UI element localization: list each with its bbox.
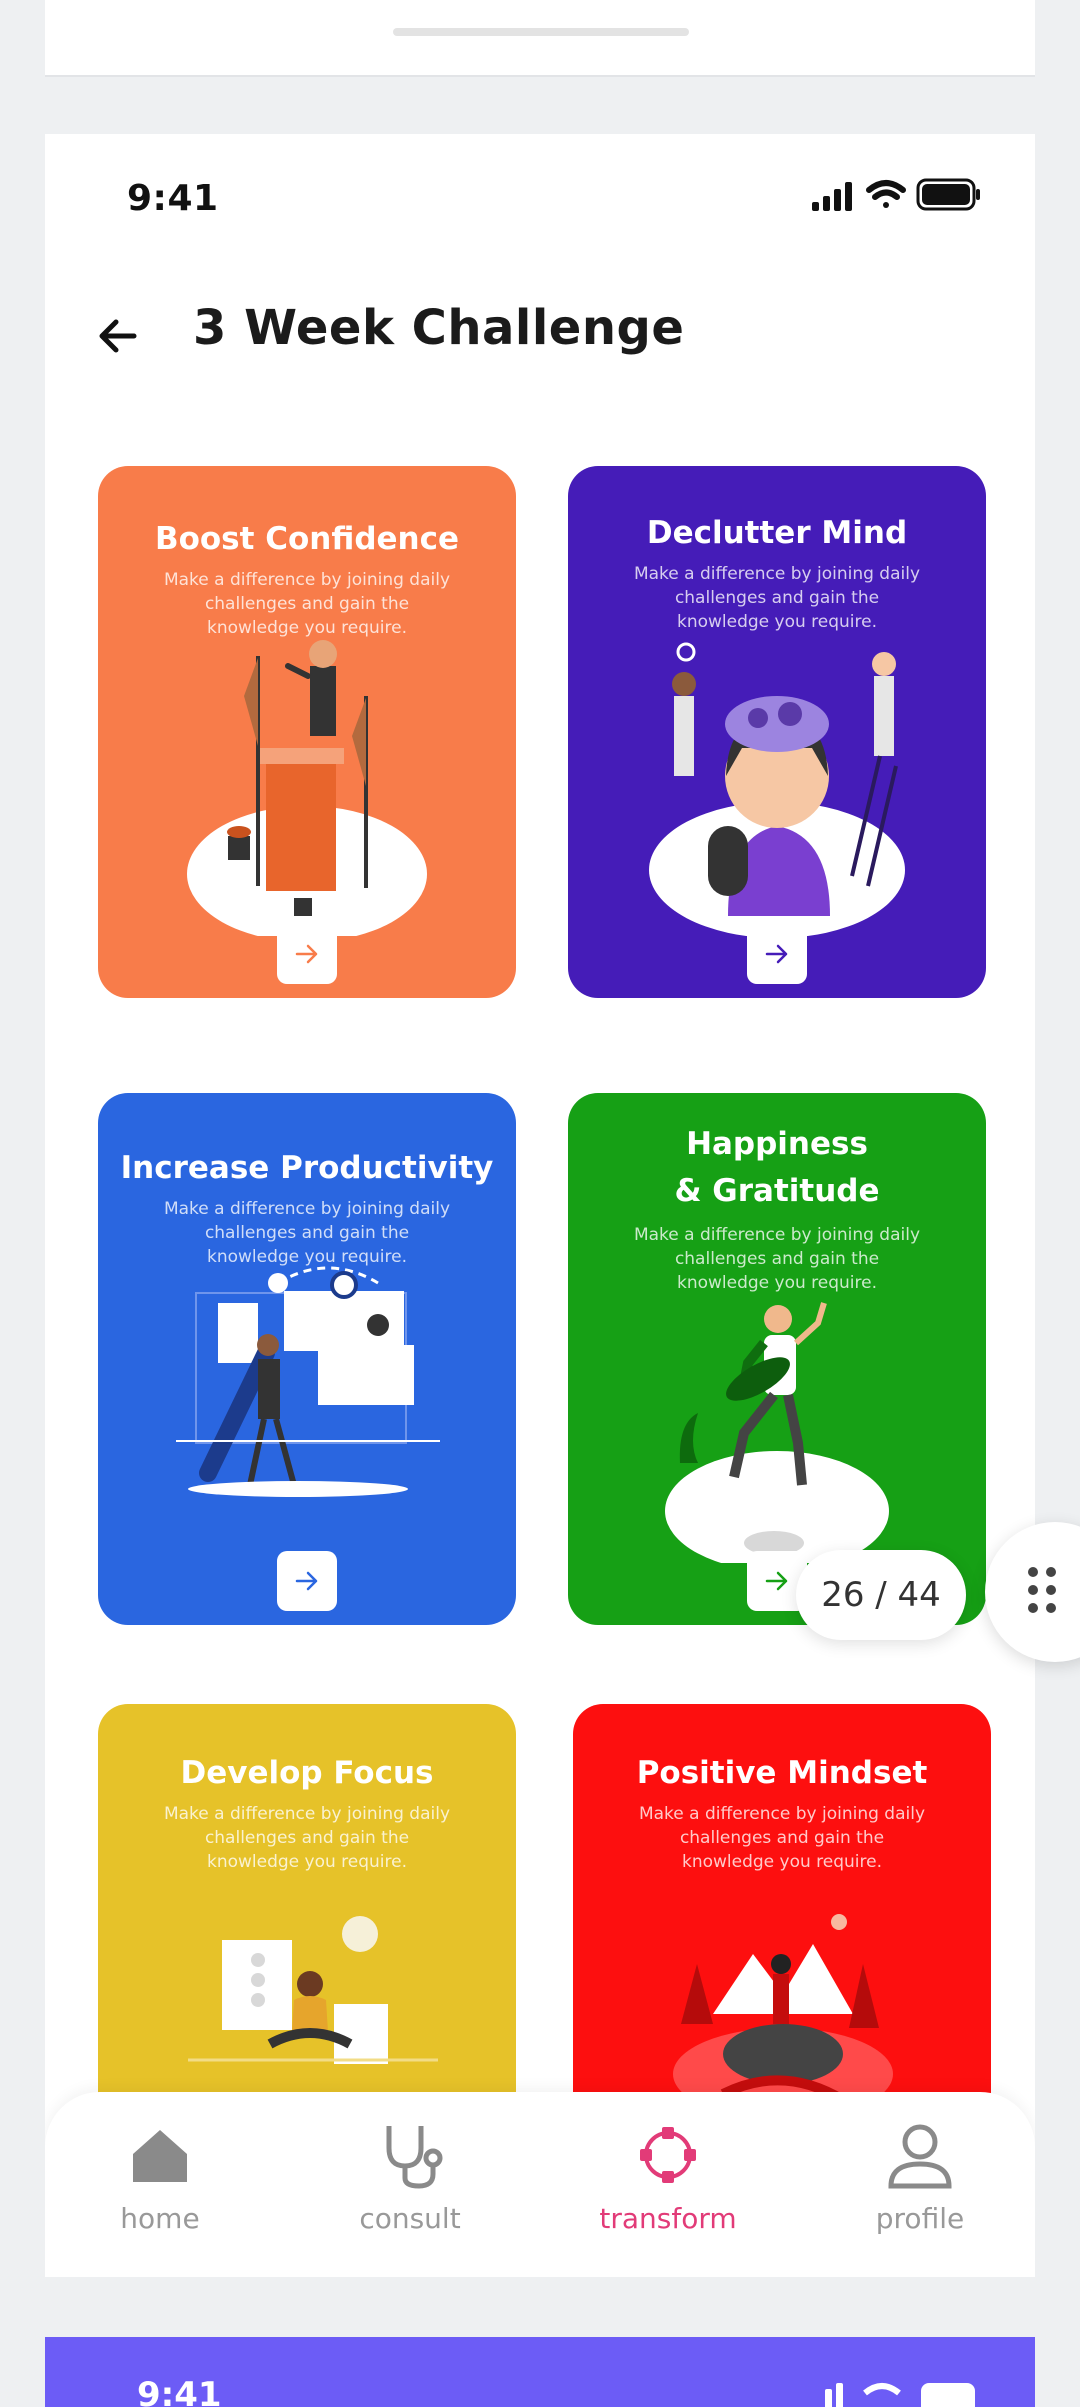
declutter-illustration xyxy=(649,642,905,936)
card-description: Make a difference by joining daily chall… xyxy=(163,1804,451,1872)
arrow-left-icon xyxy=(99,319,137,353)
challenge-card-happiness-gratitude[interactable]: Happiness & Gratitude Make a difference … xyxy=(568,1093,986,1625)
nav-label: home xyxy=(120,2202,200,2235)
nav-label: profile xyxy=(875,2202,965,2235)
battery-icon xyxy=(916,178,980,211)
previous-screen-edge xyxy=(45,0,1035,77)
nav-item-transform[interactable]: transform xyxy=(583,2120,753,2250)
wifi-icon xyxy=(866,180,906,208)
card-description: Make a difference by joining daily chall… xyxy=(638,1804,926,1872)
open-challenge-button[interactable] xyxy=(277,924,337,984)
drag-handle[interactable] xyxy=(393,28,689,36)
open-challenge-button[interactable] xyxy=(747,924,807,984)
drag-dots-icon xyxy=(1028,1567,1056,1613)
nav-item-consult[interactable]: consult xyxy=(325,2120,495,2250)
arrow-right-icon xyxy=(295,1571,318,1591)
transform-icon xyxy=(640,2127,696,2183)
back-button[interactable] xyxy=(87,306,147,366)
card-description: Make a difference by joining daily chall… xyxy=(633,564,921,632)
arrow-right-icon xyxy=(295,944,318,964)
nav-label: consult xyxy=(359,2202,461,2235)
status-time: 9:41 xyxy=(137,2375,222,2407)
home-icon xyxy=(133,2130,187,2182)
bottom-navigation: home consult transform profile xyxy=(45,2092,1035,2277)
arrow-right-icon xyxy=(765,944,788,964)
happiness-illustration xyxy=(665,1302,889,1563)
challenge-card-positive-mindset[interactable]: Positive Mindset Make a difference by jo… xyxy=(573,1704,991,2134)
arrow-right-icon xyxy=(765,1571,788,1591)
card-description: Make a difference by joining daily chall… xyxy=(163,1199,451,1267)
productivity-illustration xyxy=(176,1266,440,1497)
card-title: Declutter Mind xyxy=(646,515,908,551)
card-title: Boost Confidence xyxy=(154,521,460,557)
open-challenge-button[interactable] xyxy=(277,1551,337,1611)
profile-icon xyxy=(888,2124,952,2189)
card-title: Happiness & Gratitude xyxy=(674,1126,880,1209)
status-icons xyxy=(825,2383,975,2407)
stethoscope-icon xyxy=(386,2126,443,2189)
status-icons xyxy=(812,178,980,211)
challenge-card-declutter-mind[interactable]: Declutter Mind Make a difference by join… xyxy=(568,466,986,998)
confidence-illustration xyxy=(187,640,427,936)
phone-screen: 9:41 3 Week Challenge Boost Confidence M… xyxy=(45,134,1035,2277)
nav-item-home[interactable]: home xyxy=(75,2120,245,2250)
challenge-card-increase-productivity[interactable]: Increase Productivity Make a difference … xyxy=(98,1093,516,1625)
nav-item-profile[interactable]: profile xyxy=(835,2120,1005,2250)
page-title: 3 Week Challenge xyxy=(193,300,685,356)
nav-label: transform xyxy=(599,2202,737,2235)
card-title: Increase Productivity xyxy=(120,1150,494,1186)
next-screen-edge: 9:41 xyxy=(45,2337,1035,2407)
status-time: 9:41 xyxy=(127,178,219,219)
card-title: Develop Focus xyxy=(180,1755,434,1791)
challenge-card-boost-confidence[interactable]: Boost Confidence Make a difference by jo… xyxy=(98,466,516,998)
card-description: Make a difference by joining daily chall… xyxy=(163,570,451,638)
challenge-card-develop-focus[interactable]: Develop Focus Make a difference by joini… xyxy=(98,1704,516,2134)
page-counter: 26 / 44 xyxy=(796,1550,966,1640)
signal-icon xyxy=(812,182,852,211)
card-title: Positive Mindset xyxy=(636,1755,928,1791)
